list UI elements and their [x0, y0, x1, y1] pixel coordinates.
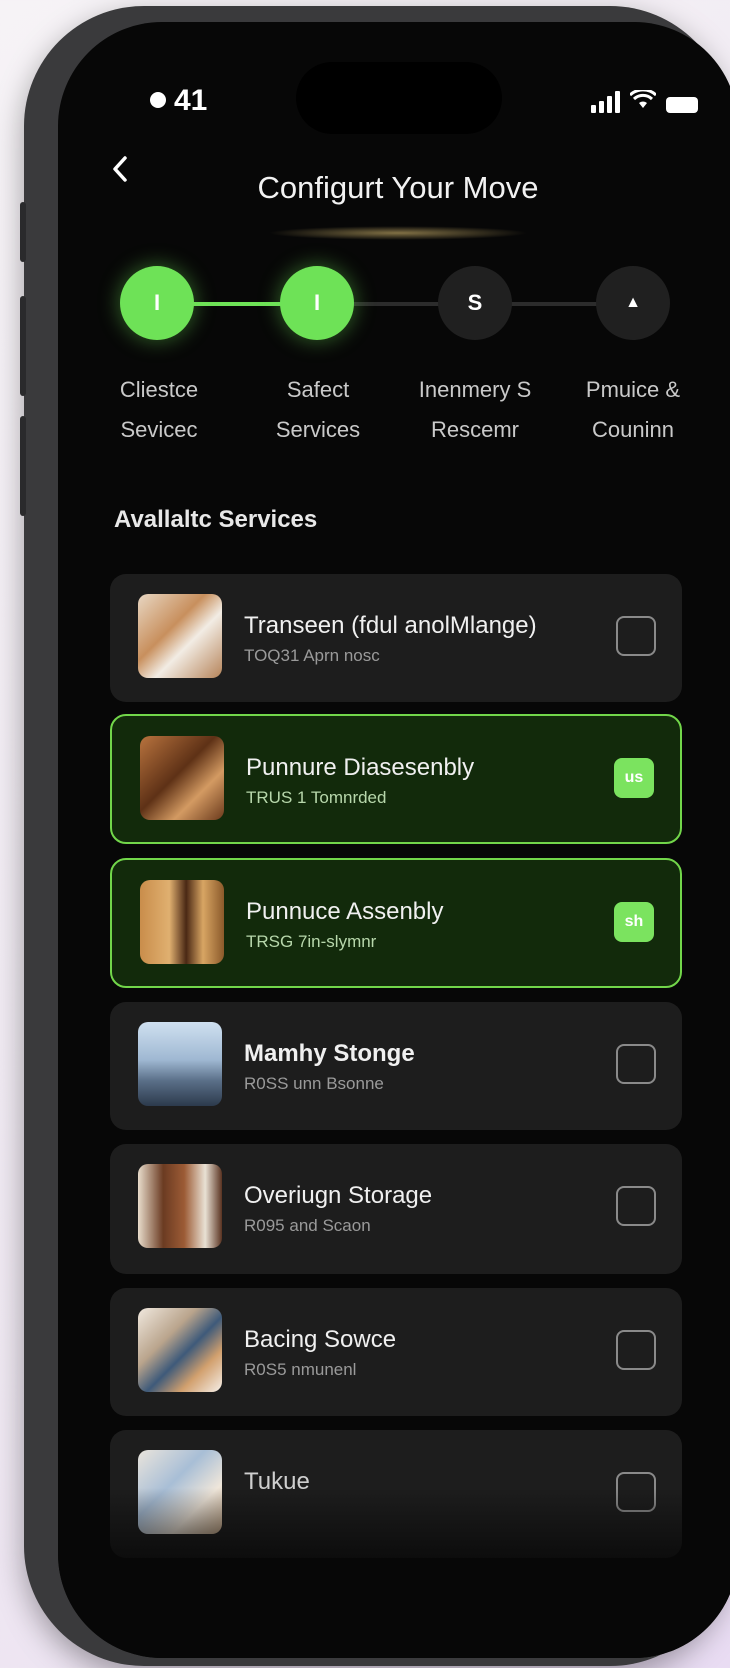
step-3-label-line2: Rescemr	[430, 417, 519, 442]
service-checkbox[interactable]	[616, 1044, 656, 1084]
step-4-label: Pmuice & Couninn	[558, 370, 708, 450]
step-1-label: Cliestce Sevicec	[84, 370, 234, 450]
service-subtitle: TOQ31 Aprn nosc	[244, 646, 380, 665]
step-4-indicator[interactable]: ▲	[596, 266, 670, 340]
service-name: Overiugn Storage	[244, 1182, 433, 1209]
time-text: 41	[174, 84, 208, 117]
step-4-label-line1: Pmuice &	[585, 377, 681, 402]
service-card-assembly[interactable]: Punnuce Assenbly TRSG 7in-slymnr sh	[110, 858, 682, 988]
step-2-icon: I	[313, 290, 321, 315]
section-title: Avallaltc Services	[114, 506, 318, 533]
step-1-label-line1: Cliestce	[119, 377, 199, 402]
status-icons	[591, 88, 698, 113]
service-subtitle: R095 and Scaon	[244, 1216, 371, 1235]
service-checkbox[interactable]	[616, 616, 656, 656]
step-1-icon: I	[153, 290, 161, 315]
battery-icon	[666, 97, 698, 113]
service-name: Punnuce Assenbly	[246, 898, 444, 925]
service-subtitle: R0SS unn Bsonne	[244, 1074, 384, 1093]
service-thumbnail	[138, 1164, 222, 1248]
service-card-storage[interactable]: Mamhy Stonge R0SS unn Bsonne	[110, 1002, 682, 1130]
step-3-label: Inenmery S Rescemr	[400, 370, 550, 450]
step-2-label-line2: Services	[275, 417, 361, 442]
service-card-overnight-storage[interactable]: Overiugn Storage R095 and Scaon	[110, 1144, 682, 1274]
step-1-label-line2: Sevicec	[120, 417, 198, 442]
step-2-label: Safect Services	[243, 370, 393, 450]
dynamic-island	[296, 62, 502, 134]
service-checkbox[interactable]	[616, 1330, 656, 1370]
step-4-label-line2: Couninn	[592, 417, 674, 442]
service-thumbnail	[140, 880, 224, 964]
service-card-disassembly[interactable]: Punnure Diasesenbly TRUS 1 Tomnrded us	[110, 714, 682, 844]
service-name: Punnure Diasesenbly	[246, 754, 475, 781]
service-card-transport[interactable]: Transeen (fdul anolMlange) TOQ31 Aprn no…	[110, 574, 682, 702]
service-subtitle: R0S5 nmunenl	[244, 1360, 357, 1379]
step-2-label-line1: Safect	[286, 377, 350, 402]
step-3-label-line1: Inenmery S	[418, 377, 532, 402]
volume-up-button	[20, 296, 26, 396]
step-4-icon: ▲	[625, 294, 641, 311]
step-1-indicator[interactable]: I	[120, 266, 194, 340]
mute-switch	[20, 202, 26, 262]
step-2-indicator[interactable]: I	[280, 266, 354, 340]
service-subtitle: TRSG 7in-slymnr	[246, 932, 377, 951]
step-3-indicator[interactable]: S	[438, 266, 512, 340]
phone-frame: 41 Configurt Your Move I I S ▲ Cliestce S…	[20, 6, 730, 1666]
volume-down-button	[20, 416, 26, 516]
wifi-icon	[628, 88, 658, 113]
service-card-packing[interactable]: Bacing Sowce R0S5 nmunenl	[110, 1288, 682, 1416]
service-checkbox[interactable]	[616, 1186, 656, 1226]
page-title: Configurt Your Move	[257, 170, 539, 205]
service-thumbnail	[140, 736, 224, 820]
service-checkbox-checked[interactable]: us	[614, 758, 654, 798]
bottom-fade	[58, 1488, 730, 1658]
location-icon	[150, 92, 166, 108]
service-thumbnail	[138, 1022, 222, 1106]
service-thumbnail	[138, 594, 222, 678]
service-subtitle: TRUS 1 Tomnrded	[246, 788, 387, 807]
signal-icon	[591, 91, 620, 113]
service-checkbox-checked[interactable]: sh	[614, 902, 654, 942]
service-thumbnail	[138, 1308, 222, 1392]
status-time: 41	[150, 84, 207, 118]
service-name: Mamhy Stonge	[244, 1040, 415, 1067]
title-glow	[268, 226, 528, 240]
service-name: Bacing Sowce	[244, 1326, 397, 1353]
phone-screen: 41 Configurt Your Move I I S ▲ Cliestce S…	[58, 22, 730, 1658]
step-3-icon: S	[467, 290, 483, 315]
service-name: Transeen (fdul anolMlange)	[244, 612, 537, 639]
